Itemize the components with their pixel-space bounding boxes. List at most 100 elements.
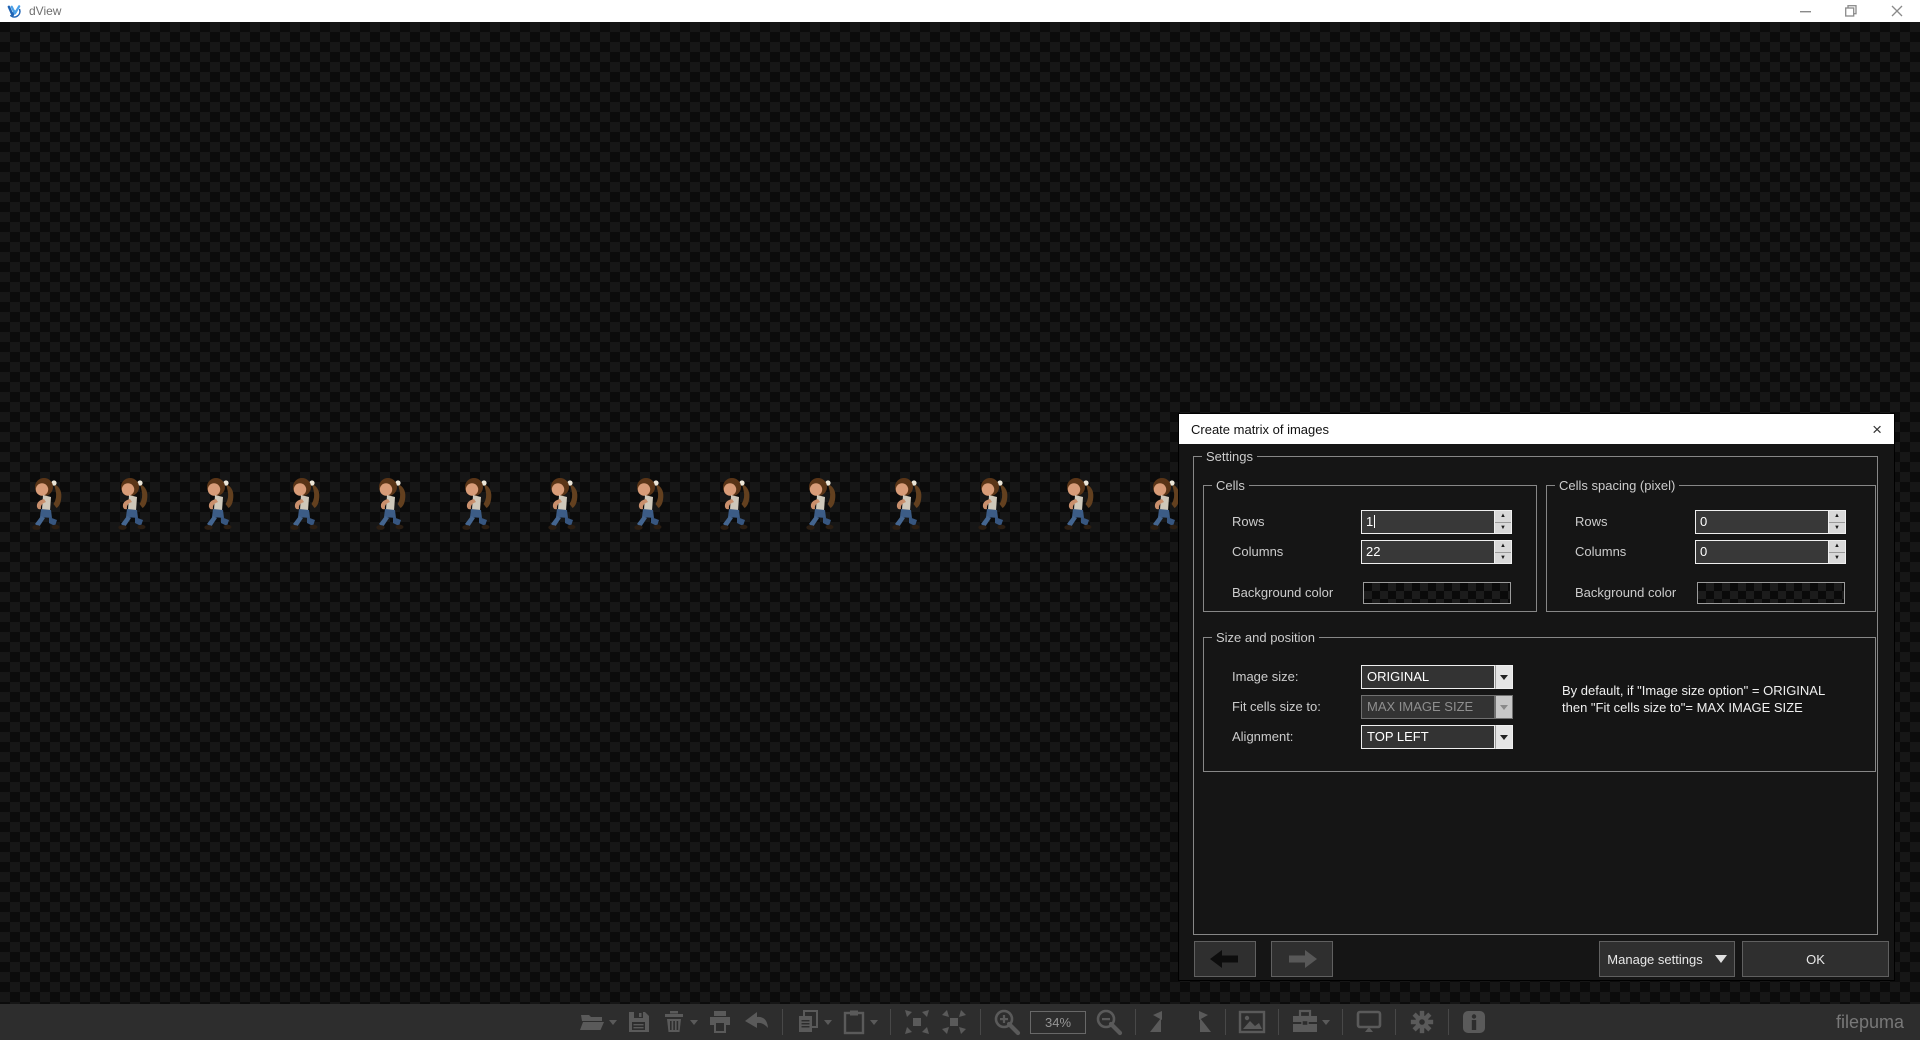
- copy-caret-icon[interactable]: [824, 1019, 832, 1025]
- cells-rows-value[interactable]: 1: [1366, 514, 1373, 529]
- image-size-value[interactable]: ORIGINAL: [1361, 665, 1495, 689]
- previous-button[interactable]: [1194, 941, 1256, 977]
- arrow-left-icon: [1210, 950, 1238, 968]
- actual-size-icon[interactable]: [940, 1008, 968, 1036]
- cells-columns-spinner[interactable]: ▲ ▼: [1495, 540, 1512, 564]
- copy-icon[interactable]: [795, 1009, 832, 1035]
- default-note: By default, if "Image size option" = ORI…: [1562, 682, 1825, 716]
- save-icon[interactable]: [626, 1009, 652, 1035]
- cells-background-swatch[interactable]: [1363, 582, 1511, 604]
- fit-cells-label: Fit cells size to:: [1232, 699, 1321, 714]
- toolbar-separator: [1278, 1009, 1280, 1035]
- spin-down-icon[interactable]: ▼: [1829, 522, 1845, 533]
- restore-button[interactable]: [1828, 0, 1874, 22]
- sprite-runner: [290, 478, 320, 530]
- spin-up-icon[interactable]: ▲: [1829, 541, 1845, 553]
- alignment-dropdown[interactable]: TOP LEFT: [1361, 725, 1513, 749]
- dropdown-arrow-icon[interactable]: [1495, 665, 1513, 689]
- image-size-dropdown[interactable]: ORIGINAL: [1361, 665, 1513, 689]
- open-folder-caret-icon[interactable]: [609, 1019, 617, 1025]
- fullscreen-icon[interactable]: [1355, 1009, 1383, 1035]
- cells-columns-value[interactable]: 22: [1361, 540, 1495, 564]
- sprite-runner: [806, 478, 836, 530]
- paste-icon[interactable]: [841, 1009, 878, 1035]
- cells-rows-spinner[interactable]: ▲ ▼: [1495, 510, 1512, 534]
- tools-icon[interactable]: [1291, 1009, 1331, 1035]
- zoom-in-icon[interactable]: [993, 1008, 1021, 1036]
- dialog-title: Create matrix of images: [1191, 421, 1329, 437]
- cells-rows-input[interactable]: 1 ▲ ▼: [1361, 510, 1512, 534]
- bottom-toolbar: 34% filepuma: [0, 1004, 1920, 1040]
- sprite-runner: [462, 478, 492, 530]
- open-folder-icon[interactable]: [578, 1009, 617, 1035]
- tools-caret-icon[interactable]: [1322, 1019, 1331, 1025]
- dropdown-arrow-icon[interactable]: [1495, 725, 1513, 749]
- toolbar-separator: [1135, 1009, 1137, 1035]
- zoom-level-indicator[interactable]: 34%: [1030, 1010, 1087, 1034]
- sprite-runner: [376, 478, 406, 530]
- spin-down-icon[interactable]: ▼: [1829, 552, 1845, 563]
- dialog-titlebar[interactable]: Create matrix of images ×: [1179, 414, 1894, 444]
- dropdown-arrow-icon: [1495, 695, 1513, 719]
- manage-settings-caret-icon: [1714, 955, 1727, 963]
- zoom-out-icon[interactable]: [1095, 1008, 1123, 1036]
- ok-button-label: OK: [1806, 951, 1825, 967]
- image-icon[interactable]: [1238, 1009, 1266, 1035]
- toolbar-separator: [1342, 1009, 1344, 1035]
- print-icon[interactable]: [707, 1009, 733, 1035]
- spacing-background-swatch[interactable]: [1697, 582, 1845, 604]
- spin-up-icon[interactable]: ▲: [1495, 541, 1511, 553]
- spacing-columns-spinner[interactable]: ▲ ▼: [1829, 540, 1846, 564]
- sprite-runner: [204, 478, 234, 530]
- cells-spacing-group: Cells spacing (pixel) Rows 0 ▲ ▼ Columns…: [1546, 478, 1876, 612]
- undo-icon[interactable]: [742, 1009, 770, 1035]
- spacing-rows-label: Rows: [1575, 514, 1608, 529]
- create-matrix-dialog: Create matrix of images × Settings Cells…: [1179, 414, 1894, 980]
- spin-down-icon[interactable]: ▼: [1495, 552, 1511, 563]
- delete-icon[interactable]: [661, 1009, 698, 1035]
- toolbar-separator: [890, 1009, 891, 1035]
- spin-down-icon[interactable]: ▼: [1495, 522, 1511, 533]
- rotate-left-icon[interactable]: [1148, 1009, 1176, 1035]
- settings-gear-icon[interactable]: [1408, 1009, 1436, 1035]
- manage-settings-button[interactable]: Manage settings: [1599, 941, 1735, 977]
- app-title: dView: [29, 4, 62, 18]
- close-button[interactable]: [1874, 0, 1920, 22]
- image-size-label: Image size:: [1232, 669, 1299, 684]
- delete-caret-icon[interactable]: [690, 1019, 698, 1025]
- spacing-columns-input[interactable]: 0 ▲ ▼: [1695, 540, 1846, 564]
- alignment-value[interactable]: TOP LEFT: [1361, 725, 1495, 749]
- spacing-background-label: Background color: [1575, 585, 1677, 600]
- fit-cells-dropdown: MAX IMAGE SIZE: [1361, 695, 1513, 719]
- toolbar-separator: [1448, 1009, 1450, 1035]
- next-button[interactable]: [1271, 941, 1333, 977]
- info-icon[interactable]: [1461, 1009, 1487, 1035]
- toolbar-separator: [980, 1009, 981, 1035]
- ok-button[interactable]: OK: [1742, 941, 1889, 977]
- app-logo-icon: [7, 4, 21, 18]
- toolbar-separator: [1395, 1009, 1397, 1035]
- sprite-runner: [978, 478, 1008, 530]
- dialog-close-icon[interactable]: ×: [1872, 421, 1882, 438]
- rotate-right-icon[interactable]: [1185, 1009, 1213, 1035]
- sprite-runner: [892, 478, 922, 530]
- spin-up-icon[interactable]: ▲: [1495, 511, 1511, 523]
- toolbar-separator: [1225, 1009, 1227, 1035]
- sprite-runner: [720, 478, 750, 530]
- fit-to-screen-icon[interactable]: [903, 1008, 931, 1036]
- spacing-rows-value[interactable]: 0: [1695, 510, 1829, 534]
- default-note-line1: By default, if "Image size option" = ORI…: [1562, 683, 1826, 698]
- spin-up-icon[interactable]: ▲: [1829, 511, 1845, 523]
- sprite-runner: [548, 478, 578, 530]
- watermark: filepuma: [1835, 1012, 1904, 1032]
- sprite-runner: [32, 478, 62, 530]
- minimize-button[interactable]: [1782, 0, 1828, 22]
- spacing-rows-input[interactable]: 0 ▲ ▼: [1695, 510, 1846, 534]
- spacing-rows-spinner[interactable]: ▲ ▼: [1829, 510, 1846, 534]
- paste-caret-icon[interactable]: [870, 1019, 878, 1025]
- fit-cells-value: MAX IMAGE SIZE: [1361, 695, 1495, 719]
- cells-columns-input[interactable]: 22 ▲ ▼: [1361, 540, 1512, 564]
- alignment-label: Alignment:: [1232, 729, 1294, 744]
- spacing-columns-value[interactable]: 0: [1695, 540, 1829, 564]
- sprite-runner: [1064, 478, 1094, 530]
